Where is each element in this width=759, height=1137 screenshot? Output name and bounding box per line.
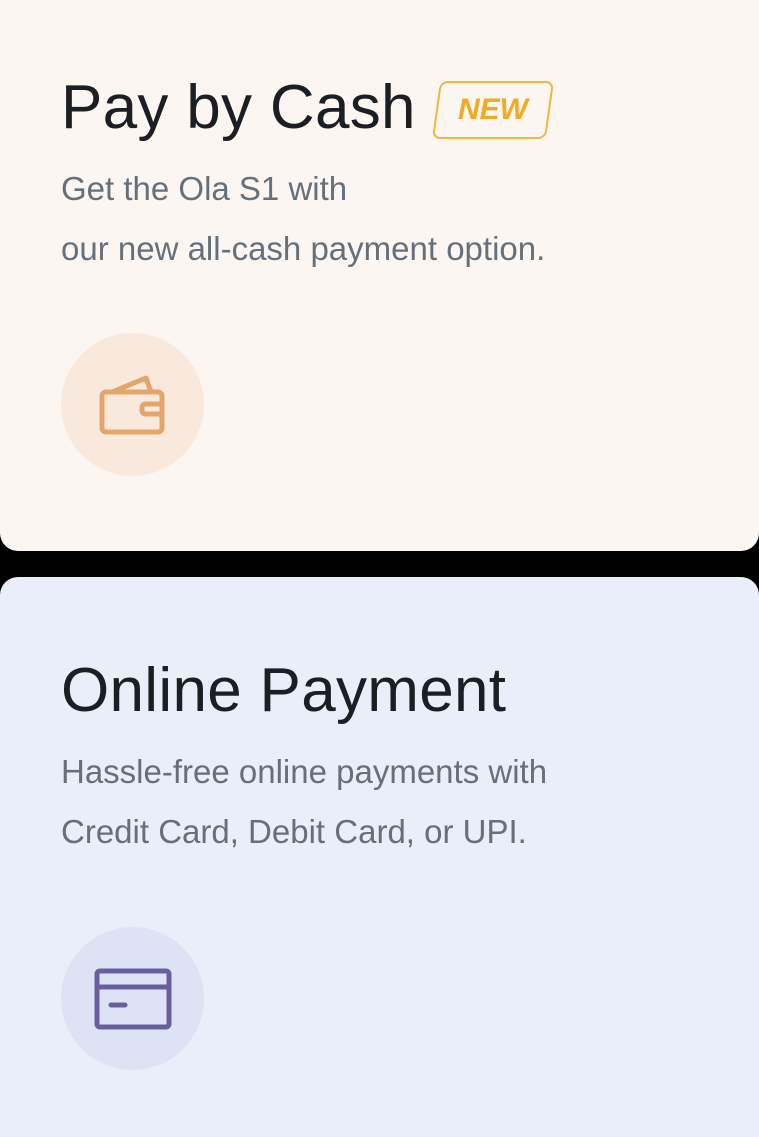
- online-payment-title: Online Payment: [61, 656, 507, 725]
- credit-card-icon: [94, 968, 171, 1029]
- online-payment-description: Hassle-free online payments with Credit …: [61, 742, 547, 862]
- online-payment-description-line-2: Credit Card, Debit Card, or UPI.: [61, 813, 527, 850]
- wallet-icon: [99, 375, 164, 434]
- pay-by-cash-description: Get the Ola S1 with our new all-cash pay…: [61, 159, 545, 279]
- credit-card-icon-circle: [61, 927, 204, 1070]
- online-payment-title-row: Online Payment: [61, 655, 506, 727]
- wallet-icon-circle: [61, 333, 204, 476]
- new-badge: NEW: [431, 81, 554, 139]
- pay-by-cash-title: Pay by Cash: [61, 73, 416, 142]
- pay-by-cash-card[interactable]: Pay by Cash NEW Get the Ola S1 with our …: [0, 0, 759, 551]
- online-payment-card[interactable]: Online Payment Hassle-free online paymen…: [0, 577, 759, 1137]
- online-payment-description-line-1: Hassle-free online payments with: [61, 753, 548, 790]
- pay-by-cash-description-line-2: our new all-cash payment option.: [61, 230, 546, 267]
- pay-by-cash-title-row: Pay by Cash NEW: [61, 72, 554, 144]
- pay-by-cash-description-line-1: Get the Ola S1 with: [61, 170, 348, 207]
- new-badge-label: NEW: [457, 93, 528, 126]
